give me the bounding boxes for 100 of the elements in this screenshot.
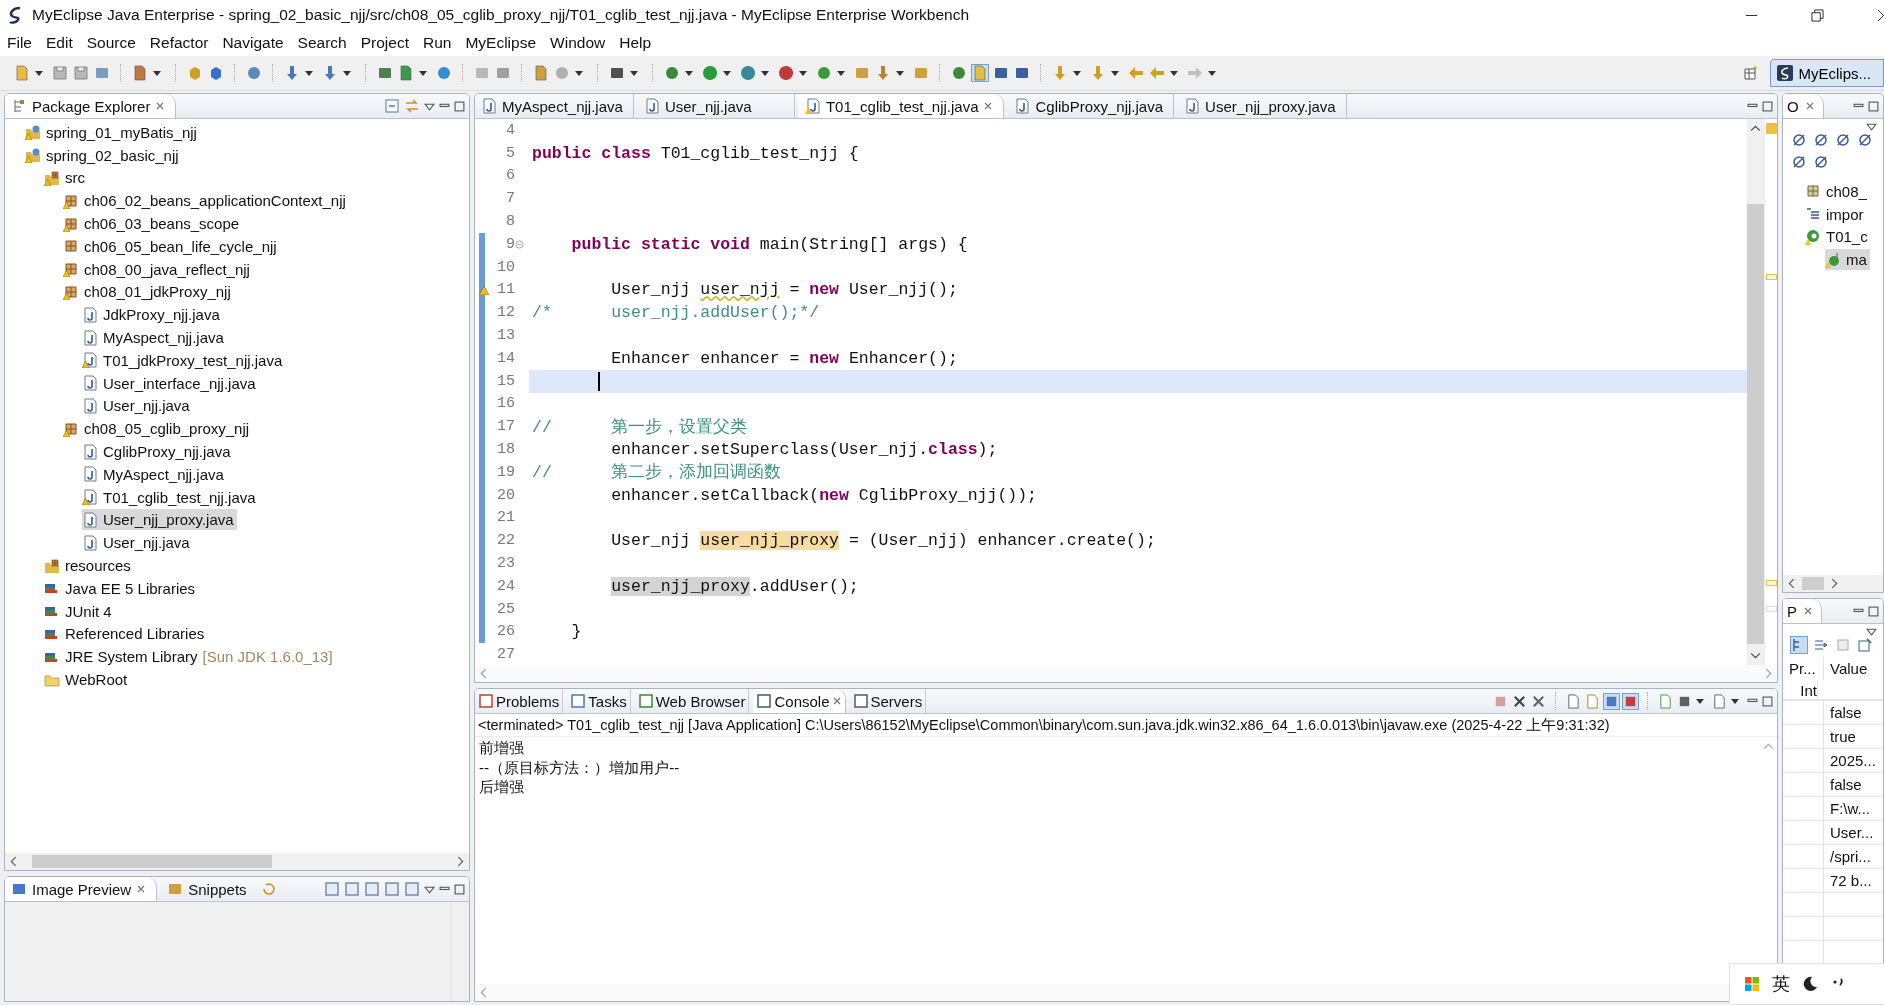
console-output-line: 前增强 [479, 739, 525, 759]
table-cell: User... [1824, 821, 1883, 844]
code-line: public static void main(String[] args) { [570, 233, 969, 256]
menu-item[interactable]: Refactor [148, 34, 210, 52]
tree-item[interactable]: T01_cglib_test_njj.java [82, 486, 259, 508]
view-tab[interactable]: Image Preview [5, 877, 158, 901]
line-number: 11 [497, 281, 515, 299]
tree-item[interactable]: MyAspect_njj.java [82, 327, 227, 349]
line-number: 9 [506, 235, 515, 253]
menu-item[interactable]: Run [422, 34, 453, 52]
editor-tab[interactable]: User_njj_proxy.java [1178, 94, 1347, 118]
code-line: enhancer.setSuperclass(User_njj.class); [610, 439, 999, 461]
tree-item[interactable]: Java EE 5 Libraries [44, 577, 199, 599]
menu-item[interactable]: Edit [45, 34, 74, 52]
table-cell: F:\w... [1824, 797, 1883, 820]
view-tab[interactable]: O [1783, 94, 1824, 118]
line-number: 12 [497, 304, 515, 322]
line-number: 10 [497, 258, 515, 276]
code-line: Enhancer enhancer = new Enhancer(); [610, 347, 959, 370]
code-line: } [570, 621, 583, 644]
view-tab[interactable]: P [1783, 599, 1822, 623]
menu-item[interactable]: File [6, 34, 33, 52]
table-cell: Int [1783, 680, 1818, 700]
code-line: /* user_njj.addUser();*/ [531, 302, 821, 325]
tree-item[interactable]: impor [1805, 203, 1867, 225]
tree-item[interactable]: User_njj.java [82, 532, 193, 554]
view-tab[interactable]: Web Browser [634, 689, 750, 713]
tree-item[interactable]: User_interface_njj.java [82, 372, 259, 394]
tree-item[interactable]: CglibProxy_njj.java [82, 441, 234, 463]
menu-item[interactable]: Project [359, 34, 410, 52]
tree-item[interactable]: ch06_05_bean_life_cycle_njj [63, 235, 280, 257]
line-number: 7 [506, 190, 515, 208]
editor-tab[interactable]: T01_cglib_test_njj.java [798, 94, 1005, 118]
tree-item[interactable]: ch08_05_cglib_proxy_njj [63, 418, 253, 440]
line-number: 22 [497, 532, 515, 550]
input-method-indicator[interactable]: 英 [1772, 972, 1790, 996]
menu-item[interactable]: Navigate [221, 34, 285, 52]
table-cell: false [1824, 773, 1883, 796]
code-line: // 第一步，设置父类 [531, 416, 749, 439]
tree-item[interactable]: ch06_03_beans_scope [63, 213, 243, 235]
editor-tab[interactable]: MyAspect_njj.java [475, 94, 634, 118]
line-number: 24 [497, 577, 515, 595]
table-cell: false [1824, 701, 1883, 724]
view-tab[interactable]: Problems [475, 689, 564, 713]
menu-item[interactable]: Help [618, 34, 653, 52]
tree-item[interactable]: ch08_00_java_reflect_njj [63, 258, 253, 280]
line-number: 13 [497, 327, 515, 345]
code-line: User_njj user_njj_proxy = (User_njj) enhancer.create(); [610, 530, 1157, 553]
view-tab[interactable]: Package Explorer [5, 94, 177, 118]
menu-item[interactable]: Search [296, 34, 348, 52]
line-number: 15 [497, 372, 515, 390]
tree-item[interactable]: MyAspect_njj.java [82, 463, 227, 485]
table-cell: 2025... [1824, 749, 1883, 772]
code-line: public class T01_cglib_test_njj { [531, 142, 860, 165]
tree-item[interactable]: src [44, 167, 88, 189]
tree-item[interactable]: ch08_ [1805, 180, 1870, 202]
editor-tab[interactable]: User_njj.java [637, 94, 795, 118]
line-number: 16 [497, 395, 515, 413]
tree-item[interactable]: ch06_02_beans_applicationContext_njj [63, 190, 349, 212]
view-tab[interactable]: Servers [849, 689, 927, 713]
code-line: User_njj user_njj = new User_njj(); [610, 279, 959, 302]
perspective-button[interactable]: MyEclips... [1770, 59, 1884, 87]
menu-item[interactable]: Window [549, 34, 607, 52]
column-header[interactable]: Pr... [1783, 657, 1824, 680]
view-tab[interactable]: Tasks [567, 689, 631, 713]
line-number: 6 [506, 167, 515, 185]
tree-item[interactable]: Referenced Libraries [44, 623, 208, 645]
line-number: 26 [497, 623, 515, 641]
line-number: 14 [497, 349, 515, 367]
table-cell: /spri... [1824, 845, 1883, 868]
line-number: 20 [497, 486, 515, 504]
code-line: // 第二步，添加回调函数 [531, 462, 783, 484]
line-number: 21 [497, 509, 515, 527]
column-header[interactable]: Value [1824, 657, 1883, 680]
tree-item[interactable]: T01_c [1805, 226, 1871, 248]
editor-tab[interactable]: CglibProxy_njj.java [1008, 94, 1175, 118]
line-number: 18 [497, 441, 515, 459]
line-number: 8 [506, 213, 515, 231]
code-line: enhancer.setCallback(new CglibProxy_njj()); [610, 484, 1038, 507]
console-status: <terminated> T01_cglib_test_njj [Java Application] C:\Users\86152\MyEclipse\Common\binary\com.sun.java.jdk.win32.x86_64_1.6.0.013\bin\javaw.exe (2025-4-22 上午9:31:32) [475, 714, 1777, 737]
line-number: 23 [497, 555, 515, 573]
tree-item[interactable]: ch08_01_jdkProxy_njj [63, 281, 234, 303]
tree-item[interactable]: JdkProxy_njj.java [82, 304, 223, 326]
tree-item[interactable]: spring_01_myBatis_njj [25, 121, 200, 143]
view-tab[interactable]: Snippets [161, 877, 257, 901]
tree-item[interactable]: resources [44, 555, 134, 577]
tree-item[interactable]: User_njj_proxy.java [82, 509, 237, 531]
tree-item[interactable]: WebRoot [44, 669, 131, 690]
tree-item[interactable]: T01_jdkProxy_test_njj.java [82, 349, 286, 371]
tree-item[interactable]: JRE System Library [Sun JDK 1.6.0_13] [44, 646, 336, 668]
tree-item[interactable]: spring_02_basic_njj [25, 144, 182, 166]
tree-item[interactable]: User_njj.java [82, 395, 193, 417]
menu-item[interactable]: Source [85, 34, 137, 52]
view-tab[interactable]: Console [753, 689, 846, 713]
line-number: 4 [506, 121, 515, 139]
line-number: 25 [497, 600, 515, 618]
tree-item[interactable]: ma [1825, 249, 1870, 271]
table-cell: 72 b... [1824, 869, 1883, 892]
menu-item[interactable]: MyEclipse [464, 34, 538, 52]
tree-item[interactable]: JUnit 4 [44, 600, 115, 622]
